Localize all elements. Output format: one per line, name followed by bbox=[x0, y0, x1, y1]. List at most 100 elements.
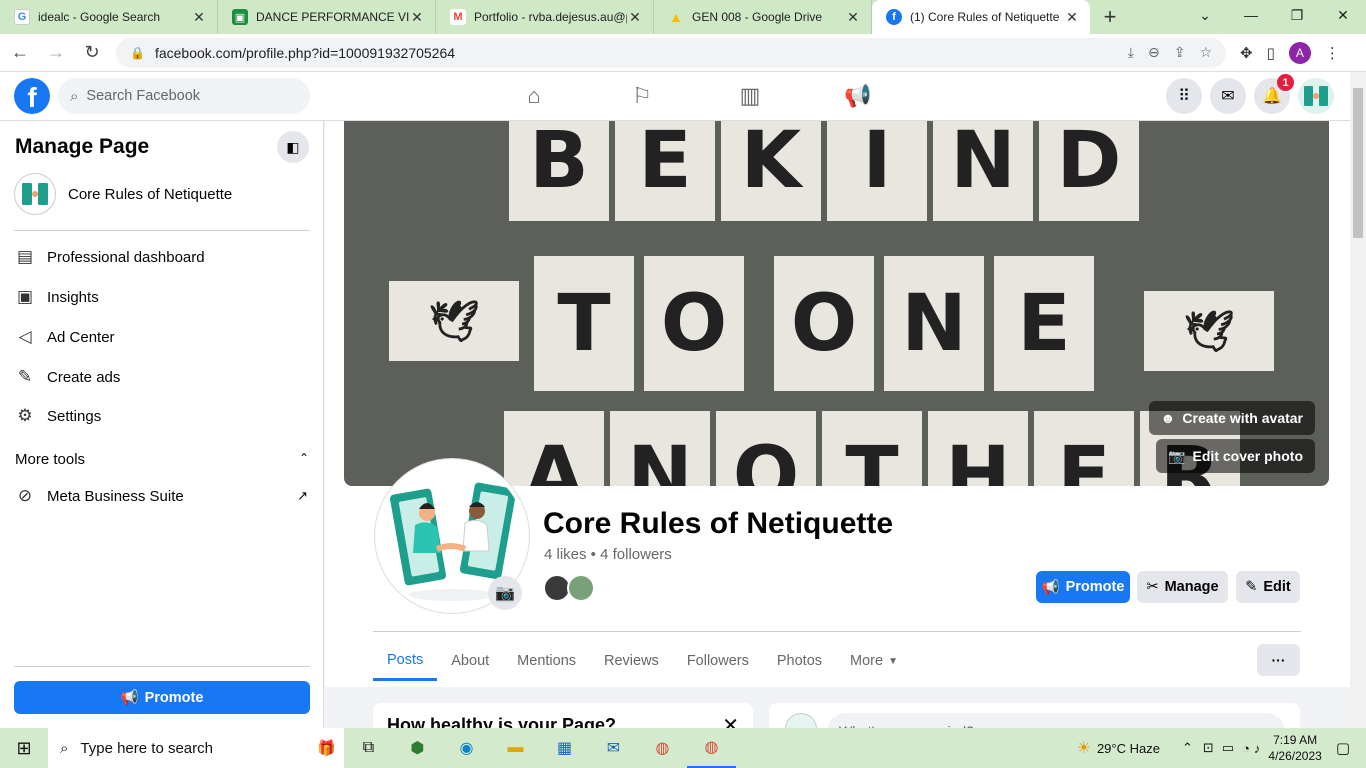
tab-more[interactable]: More ▼ bbox=[836, 641, 912, 681]
divider bbox=[373, 631, 1301, 632]
tab-title: idealc - Google Search bbox=[38, 10, 161, 24]
zoom-icon[interactable]: ⊖ bbox=[1148, 44, 1160, 61]
tab-posts[interactable]: Posts bbox=[373, 641, 438, 681]
notification-center-icon[interactable]: ▢ bbox=[1336, 739, 1350, 757]
tab-reviews[interactable]: Reviews bbox=[590, 641, 673, 681]
side-panel-icon[interactable]: ▯ bbox=[1267, 44, 1275, 62]
chrome-profile-icon[interactable]: ◍ bbox=[687, 728, 736, 768]
sidebar-item-create-ads[interactable]: ✎ Create ads bbox=[14, 366, 121, 388]
share-icon[interactable]: ⇪ bbox=[1174, 44, 1186, 61]
tab-search-icon[interactable]: ⌄ bbox=[1182, 0, 1228, 30]
extensions-puzzle-icon[interactable]: ✥ bbox=[1240, 44, 1253, 62]
close-tab-icon[interactable]: ✕ bbox=[409, 9, 425, 26]
manage-button[interactable]: ✂ Manage bbox=[1137, 571, 1228, 603]
page-stats[interactable]: 4 likes • 4 followers bbox=[544, 546, 672, 563]
search-input[interactable]: ⌕ Search Facebook bbox=[58, 78, 310, 114]
tab-photos[interactable]: Photos bbox=[763, 641, 836, 681]
external-link-icon: ↗ bbox=[297, 488, 308, 503]
follower-avatars bbox=[543, 574, 595, 602]
cover-letter-tile: T bbox=[534, 256, 634, 391]
collapse-sidebar-icon[interactable]: ◧ bbox=[277, 131, 309, 163]
sidebar-promote-button[interactable]: 📢 Promote bbox=[14, 681, 310, 714]
avatar[interactable] bbox=[567, 574, 595, 602]
sidebar-item-meta-business-suite[interactable]: ⊘ Meta Business Suite ↗ bbox=[14, 485, 308, 507]
clock-time: 7:19 AM bbox=[1273, 733, 1318, 747]
install-icon[interactable]: ⤓ bbox=[1128, 44, 1134, 61]
home-icon[interactable]: ⌂ bbox=[480, 72, 588, 120]
browser-tab-classroom[interactable]: ▣ DANCE PERFORMANCE VIDE ✕ bbox=[218, 0, 436, 34]
cover-letter-tile: E bbox=[615, 121, 715, 221]
flag-icon[interactable]: ⚐ bbox=[588, 72, 696, 120]
notifications-bell-icon[interactable]: 🔔 1 bbox=[1254, 74, 1294, 114]
browser-tab-google[interactable]: G idealc - Google Search ✕ bbox=[0, 0, 218, 34]
megaphone-icon: 📢 bbox=[1041, 579, 1060, 596]
scrollbar-thumb[interactable] bbox=[1353, 88, 1363, 238]
weather-icon[interactable]: ☀ bbox=[1077, 738, 1091, 758]
taskbar-search-input[interactable]: ⌕ Type here to search 🎁 bbox=[48, 728, 344, 768]
more-options-button[interactable]: ··· bbox=[1257, 644, 1300, 676]
close-tab-icon[interactable]: ✕ bbox=[191, 9, 207, 26]
taskbar-search-placeholder: Type here to search bbox=[80, 739, 213, 757]
clock[interactable]: 7:19 AM 4/26/2023 bbox=[1268, 732, 1321, 764]
minimize-button[interactable]: — bbox=[1228, 0, 1274, 30]
close-tab-icon[interactable]: ✕ bbox=[845, 9, 861, 26]
bookmark-star-icon[interactable]: ☆ bbox=[1199, 44, 1212, 61]
tab-followers[interactable]: Followers bbox=[673, 641, 763, 681]
address-bar[interactable]: 🔒 facebook.com/profile.php?id=1000919327… bbox=[116, 37, 1226, 68]
edit-button[interactable]: ✎ Edit bbox=[1236, 571, 1300, 603]
file-explorer-icon[interactable]: ▬ bbox=[491, 728, 540, 768]
volume-icon[interactable]: ♪ bbox=[1254, 741, 1261, 756]
browser-profile-avatar[interactable]: A bbox=[1288, 41, 1311, 64]
close-tab-icon[interactable]: ✕ bbox=[627, 9, 643, 26]
tab-mentions[interactable]: Mentions bbox=[503, 641, 590, 681]
promote-button[interactable]: 📢 Promote bbox=[1036, 571, 1130, 603]
browser-tab-gmail[interactable]: M Portfolio - rvba.dejesus.au@p ✕ bbox=[436, 0, 654, 34]
create-with-avatar-button[interactable]: ☻ Create with avatar bbox=[1148, 401, 1315, 435]
edge-browser-icon[interactable]: ◉ bbox=[442, 728, 491, 768]
new-tab-button[interactable]: + bbox=[1090, 0, 1130, 34]
insights-chart-icon[interactable]: ▥ bbox=[696, 72, 804, 120]
sidebar-page-link[interactable]: Core Rules of Netiquette bbox=[14, 173, 232, 215]
chevron-up-icon[interactable]: ⌃ bbox=[1182, 740, 1193, 756]
page-scrollbar[interactable] bbox=[1350, 72, 1366, 728]
browser-menu-icon[interactable]: ⋮ bbox=[1325, 44, 1340, 62]
page-tabs: Posts About Mentions Reviews Followers P… bbox=[373, 641, 912, 687]
sidebar-item-ad-center[interactable]: ◁ Ad Center bbox=[14, 326, 114, 348]
sidebar-item-insights[interactable]: ▣ Insights bbox=[14, 286, 99, 308]
restore-button[interactable]: ❐ bbox=[1274, 0, 1320, 30]
task-view-icon[interactable]: ⧉ bbox=[344, 728, 393, 768]
sidebar-item-professional-dashboard[interactable]: ▤ Professional dashboard bbox=[14, 246, 205, 268]
tab-title: Portfolio - rvba.dejesus.au@p bbox=[474, 10, 627, 24]
menu-grid-icon[interactable]: ⠿ bbox=[1166, 78, 1202, 114]
browser-tab-drive[interactable]: ▲ GEN 008 - Google Drive ✕ bbox=[654, 0, 872, 34]
messenger-icon[interactable]: ✉ bbox=[1210, 78, 1246, 114]
windows-start-icon[interactable]: ⊞ bbox=[0, 728, 48, 768]
facebook-header: f ⌕ Search Facebook ⌂ ⚐ ▥ 📢 ⠿ ✉ 🔔 1 bbox=[0, 72, 1350, 121]
sidebar-item-settings[interactable]: ⚙ Settings bbox=[14, 405, 101, 427]
sidebar-item-label: Meta Business Suite bbox=[47, 487, 184, 505]
tab-about[interactable]: About bbox=[437, 641, 503, 681]
composer-input[interactable]: What's on your mind? bbox=[827, 713, 1285, 728]
browser-tab-facebook[interactable]: f (1) Core Rules of Netiquette ✕ bbox=[872, 0, 1090, 34]
megaphone-icon[interactable]: 📢 bbox=[804, 72, 912, 120]
close-tab-icon[interactable]: ✕ bbox=[1064, 9, 1080, 26]
more-tools-toggle[interactable]: More tools ⌃ bbox=[15, 451, 309, 468]
widget-app-icon[interactable]: ⬢ bbox=[393, 728, 442, 768]
battery-icon[interactable]: ▭ bbox=[1222, 740, 1234, 756]
close-icon[interactable]: ✕ bbox=[722, 713, 739, 728]
chrome-icon[interactable]: ◍ bbox=[638, 728, 687, 768]
edit-cover-photo-button[interactable]: 📷 Edit cover photo bbox=[1156, 439, 1315, 473]
reload-button[interactable]: ↻ bbox=[76, 37, 108, 69]
close-window-button[interactable]: ✕ bbox=[1320, 0, 1366, 30]
network-icon[interactable]: ⊡ bbox=[1203, 740, 1214, 756]
lock-icon[interactable]: 🔒 bbox=[130, 46, 145, 60]
weather-text[interactable]: 29°C Haze bbox=[1097, 741, 1160, 756]
account-avatar[interactable] bbox=[1298, 78, 1334, 114]
wifi-icon[interactable]: ◔ bbox=[1242, 741, 1250, 756]
forward-button[interactable]: → bbox=[40, 37, 72, 69]
back-button[interactable]: ← bbox=[4, 37, 36, 69]
facebook-logo-icon[interactable]: f bbox=[14, 78, 50, 114]
microsoft-store-icon[interactable]: ▦ bbox=[540, 728, 589, 768]
change-profile-photo-camera-icon[interactable]: 📷 bbox=[488, 576, 522, 610]
mail-icon[interactable]: ✉ bbox=[589, 728, 638, 768]
